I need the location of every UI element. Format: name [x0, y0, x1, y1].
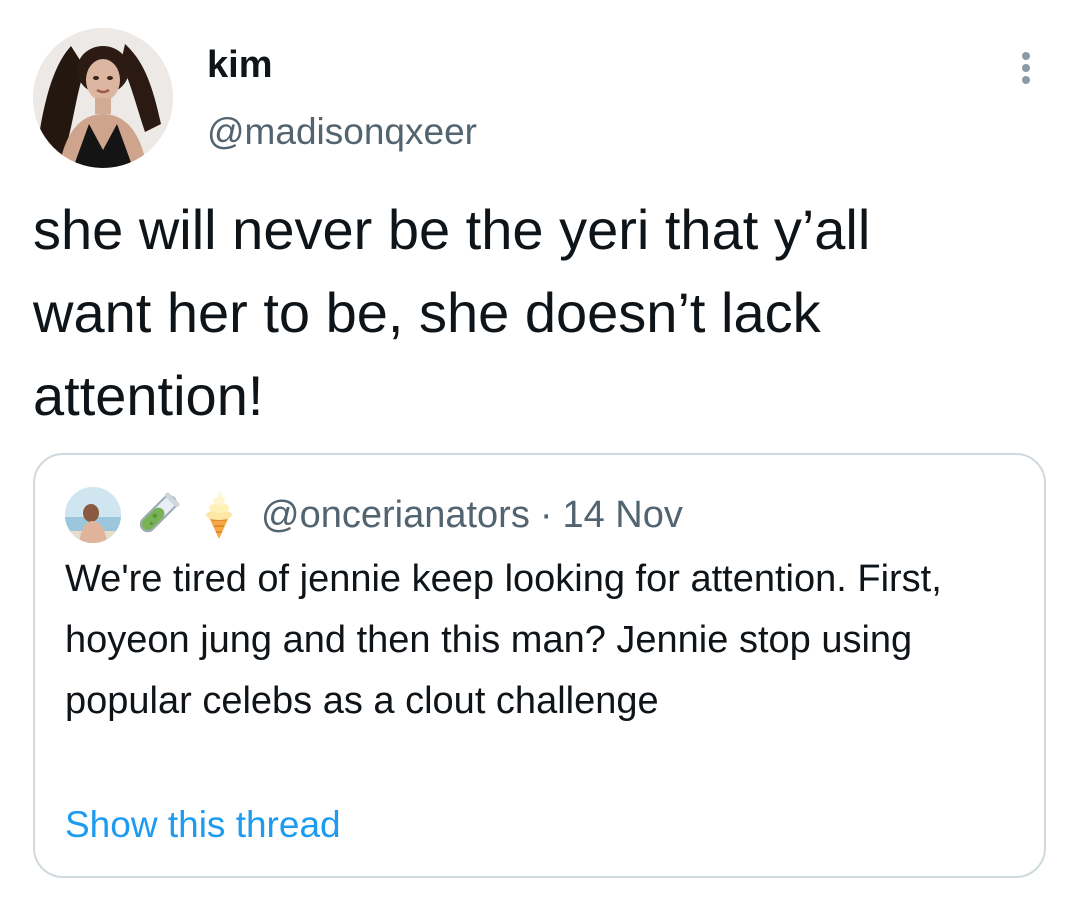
show-thread-link[interactable]: Show this thread — [65, 802, 341, 848]
tweet-text: she will never be the yeri that y’all wa… — [33, 198, 871, 427]
display-name[interactable]: kim — [207, 42, 272, 88]
ice-cream-icon — [206, 491, 232, 539]
soft-ice-cream-emoji — [193, 489, 245, 541]
meta-separator: · — [539, 494, 553, 536]
quoted-tweet-header: @oncerianators · 14 Nov — [65, 485, 683, 545]
quoted-avatar[interactable] — [65, 487, 121, 543]
quoted-tweet-text: We're tired of jennie keep looking for a… — [65, 558, 942, 722]
quoted-date[interactable]: 14 Nov — [562, 494, 682, 536]
more-button[interactable] — [1006, 46, 1046, 90]
quoted-tweet[interactable]: @oncerianators · 14 Nov We're tired of jen… — [33, 453, 1046, 878]
avatar[interactable] — [33, 28, 173, 168]
test-tube-icon — [139, 492, 180, 533]
quoted-handle[interactable]: @oncerianators — [261, 494, 530, 536]
author-handle[interactable]: @madisonqxeer — [207, 110, 477, 154]
quoted-meta: @oncerianators · 14 Nov — [261, 492, 683, 538]
profile-photo-icon — [65, 487, 121, 543]
profile-photo-icon — [33, 28, 173, 168]
test-tube-emoji — [131, 489, 183, 541]
more-dots-icon — [1022, 52, 1030, 84]
